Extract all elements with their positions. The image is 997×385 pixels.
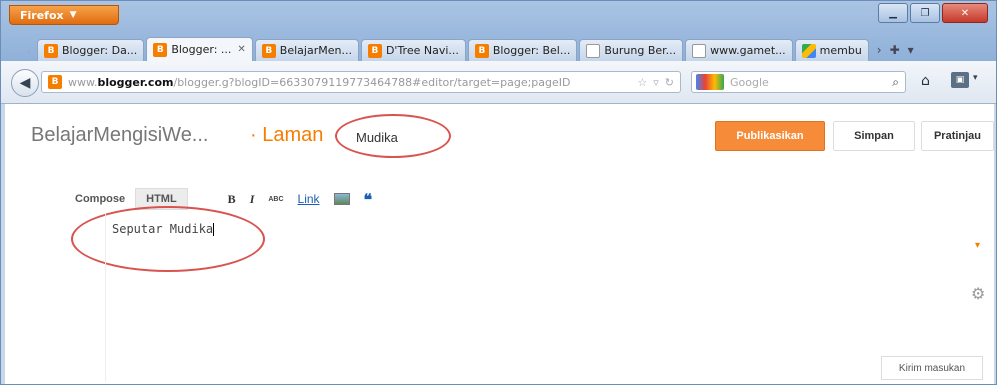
browser-tab[interactable]: B D'Tree Navi... bbox=[360, 39, 466, 61]
link-button[interactable]: Link bbox=[298, 192, 320, 206]
html-editor-textarea[interactable]: Seputar Mudika bbox=[105, 214, 885, 382]
editor-toolbar: Compose HTML B I ABC Link ❝ bbox=[65, 188, 386, 210]
firefox-menu-label: Firefox bbox=[20, 8, 64, 22]
dropdown-icon[interactable]: ▿ bbox=[653, 76, 659, 89]
search-icon[interactable]: ⌕ bbox=[892, 75, 905, 90]
publish-button[interactable]: Publikasikan bbox=[715, 121, 825, 151]
italic-button[interactable]: I bbox=[250, 192, 255, 207]
tab-list-chevron-icon[interactable]: ▾ bbox=[908, 43, 914, 57]
extension-chevron-icon[interactable]: ▾ bbox=[973, 73, 978, 83]
gear-icon[interactable]: ⚙ bbox=[971, 284, 985, 303]
browser-tab-active[interactable]: B Blogger: ... ✕ bbox=[146, 37, 253, 61]
blogger-icon: B bbox=[44, 43, 58, 58]
tab-label: membu bbox=[819, 44, 862, 57]
browser-tab[interactable]: B Blogger: Da... bbox=[37, 39, 145, 61]
bold-button[interactable]: B bbox=[228, 192, 236, 207]
window-controls: ▁ ❐ ✕ bbox=[878, 3, 988, 23]
strikethrough-button[interactable]: ABC bbox=[268, 196, 283, 203]
close-window-button[interactable]: ✕ bbox=[942, 3, 988, 23]
tab-label: D'Tree Navi... bbox=[385, 44, 459, 57]
maximize-button[interactable]: ❐ bbox=[910, 3, 940, 23]
blogger-icon: B bbox=[153, 42, 168, 57]
save-button[interactable]: Simpan bbox=[833, 121, 915, 151]
tab-label: BelajarMen... bbox=[279, 44, 352, 57]
page-title-input[interactable] bbox=[350, 124, 526, 150]
blogger-icon: B bbox=[48, 75, 62, 89]
close-tab-icon[interactable]: ✕ bbox=[237, 44, 245, 55]
blogger-icon: B bbox=[474, 43, 489, 58]
blank-page-icon bbox=[692, 43, 707, 58]
tab-strip: ‹ B Blogger: Da... B Blogger: ... ✕ B Be… bbox=[21, 35, 976, 61]
address-bar[interactable]: B www.blogger.com/blogger.g?blogID=66330… bbox=[41, 71, 681, 93]
chevron-down-icon: ▼ bbox=[69, 10, 77, 20]
browser-tab[interactable]: B Blogger: Bel... bbox=[467, 39, 578, 61]
blogger-icon: B bbox=[367, 43, 382, 58]
tab-label: Blogger: ... bbox=[171, 43, 232, 56]
browser-tab[interactable]: Burung Ber... bbox=[579, 39, 684, 61]
new-tab-icon[interactable]: ✚ bbox=[890, 43, 900, 57]
tab-tools: › ✚ ▾ bbox=[877, 39, 914, 61]
tab-label: www.gamet... bbox=[710, 44, 786, 57]
url-text[interactable]: www.blogger.com/blogger.g?blogID=6633079… bbox=[68, 76, 637, 89]
tab-label: Blogger: Da... bbox=[62, 44, 138, 57]
blank-page-icon bbox=[586, 43, 601, 58]
tab-scroll-left-icon[interactable]: ‹ bbox=[21, 39, 37, 61]
firefox-menu-button[interactable]: Firefox ▼ bbox=[9, 5, 119, 25]
text-cursor bbox=[213, 223, 215, 236]
search-input[interactable]: Google bbox=[730, 76, 892, 89]
bookmark-star-icon[interactable]: ☆ bbox=[637, 76, 647, 89]
feedback-button[interactable]: Kirim masukan bbox=[881, 356, 983, 380]
url-domain: blogger.com bbox=[97, 75, 174, 89]
google-engine-icon[interactable] bbox=[696, 74, 724, 90]
editor-header: BelajarMengisiWe... · Laman Publikasikan… bbox=[5, 104, 994, 164]
browser-tab[interactable]: www.gamet... bbox=[685, 39, 793, 61]
tab-label: Blogger: Bel... bbox=[492, 44, 571, 57]
back-arrow-icon: ◀ bbox=[19, 75, 31, 91]
browser-tab[interactable]: membu bbox=[794, 39, 869, 61]
multicolor-favicon-icon bbox=[801, 43, 816, 58]
blog-title[interactable]: BelajarMengisiWe... bbox=[31, 124, 208, 147]
extension-icon[interactable]: ▣ bbox=[951, 72, 969, 88]
sidebar-expand-icon[interactable]: ▾ bbox=[975, 240, 980, 251]
reload-icon[interactable]: ↻ bbox=[665, 76, 674, 89]
page-type-label: · Laman bbox=[250, 124, 324, 146]
browser-window: Firefox ▼ ▁ ❐ ✕ ‹ B Blogger: Da... B Blo… bbox=[0, 0, 997, 385]
home-icon[interactable]: ⌂ bbox=[921, 73, 930, 89]
minimize-button[interactable]: ▁ bbox=[878, 3, 908, 23]
preview-button[interactable]: Pratinjau bbox=[921, 121, 994, 151]
insert-image-icon[interactable] bbox=[333, 193, 350, 205]
url-icons: ☆ ▿ ↻ bbox=[637, 76, 680, 89]
back-button[interactable]: ◀ bbox=[11, 69, 39, 97]
browser-tab[interactable]: B BelajarMen... bbox=[254, 39, 359, 61]
title-bar: Firefox ▼ ▁ ❐ ✕ bbox=[1, 1, 996, 31]
search-bar[interactable]: Google ⌕ bbox=[691, 71, 906, 93]
url-prefix: www. bbox=[68, 75, 98, 89]
tab-compose[interactable]: Compose bbox=[65, 189, 135, 209]
blockquote-button[interactable]: ❝ bbox=[364, 190, 373, 209]
blogger-icon: B bbox=[261, 43, 276, 58]
editor-body-text: Seputar Mudika bbox=[112, 222, 214, 236]
tab-html[interactable]: HTML bbox=[135, 188, 188, 210]
blogger-editor: BelajarMengisiWe... · Laman Publikasikan… bbox=[5, 104, 994, 384]
tab-scroll-right-icon[interactable]: › bbox=[877, 43, 882, 57]
tab-label: Burung Ber... bbox=[604, 44, 677, 57]
navigation-bar: ◀ B www.blogger.com/blogger.g?blogID=663… bbox=[1, 61, 996, 104]
url-path: /blogger.g?blogID=6633079119773464788#ed… bbox=[173, 75, 571, 89]
